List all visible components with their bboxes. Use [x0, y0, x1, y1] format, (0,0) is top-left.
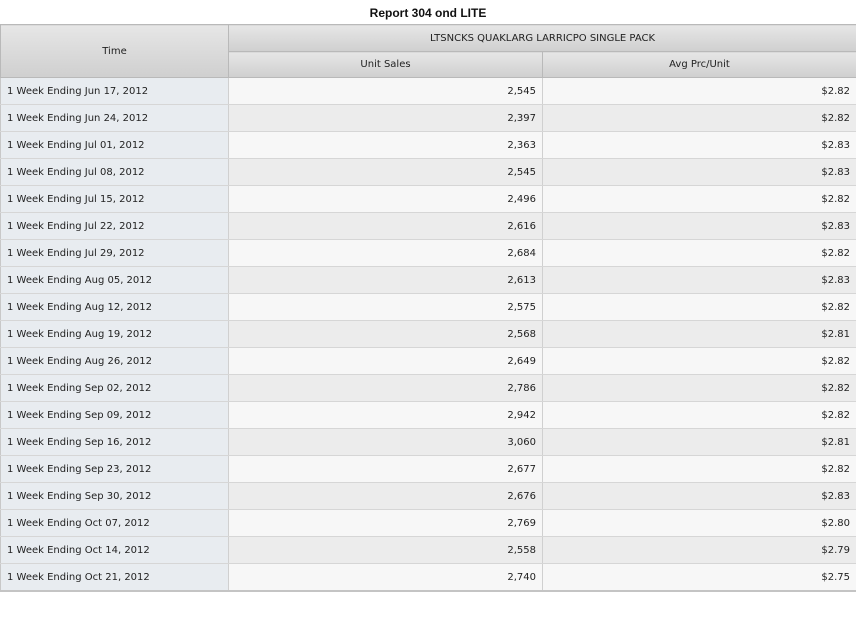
- table-row: 1 Week Ending Jul 08, 2012 2,545 $2.83: [0, 158, 856, 186]
- avg-price-cell: $2.82: [542, 77, 856, 105]
- unit-sales-cell: 2,942: [228, 401, 543, 429]
- time-cell: 1 Week Ending Sep 23, 2012: [0, 455, 229, 483]
- time-cell: 1 Week Ending Aug 26, 2012: [0, 347, 229, 375]
- table-row: 1 Week Ending Jun 24, 2012 2,397 $2.82: [0, 104, 856, 132]
- unit-sales-cell: 2,786: [228, 374, 543, 402]
- unit-sales-cell: 2,769: [228, 509, 543, 537]
- time-cell: 1 Week Ending Jun 17, 2012: [0, 77, 229, 105]
- avg-price-cell: $2.81: [542, 320, 856, 348]
- table-row: 1 Week Ending Aug 05, 2012 2,613 $2.83: [0, 266, 856, 294]
- time-cell: 1 Week Ending Oct 14, 2012: [0, 536, 229, 564]
- table-row: 1 Week Ending Sep 02, 2012 2,786 $2.82: [0, 374, 856, 402]
- unit-sales-cell: 2,676: [228, 482, 543, 510]
- table-header: Time LTSNCKS QUAKLARG LARRICPO SINGLE PA…: [0, 24, 856, 78]
- report-title: Report 304 ond LITE: [369, 6, 487, 20]
- table-row: 1 Week Ending Jul 15, 2012 2,496 $2.82: [0, 185, 856, 213]
- unit-sales-cell: 2,496: [228, 185, 543, 213]
- avg-price-cell: $2.82: [542, 104, 856, 132]
- table-row: 1 Week Ending Sep 09, 2012 2,942 $2.82: [0, 401, 856, 429]
- table-body: 1 Week Ending Jun 17, 2012 2,545 $2.82 1 We…: [0, 77, 856, 592]
- unit-sales-cell: 2,740: [228, 563, 543, 592]
- unit-sales-column-header[interactable]: Unit Sales: [228, 51, 543, 78]
- avg-price-column-header[interactable]: Avg Prc/Unit: [541, 51, 856, 78]
- unit-sales-cell: 2,613: [228, 266, 543, 294]
- avg-price-cell: $2.83: [542, 266, 856, 294]
- unit-sales-cell: 2,545: [228, 77, 543, 105]
- time-cell: 1 Week Ending Aug 12, 2012: [0, 293, 229, 321]
- table-row: 1 Week Ending Oct 07, 2012 2,769 $2.80: [0, 509, 856, 537]
- unit-sales-cell: 2,568: [228, 320, 543, 348]
- table-row: 1 Week Ending Jul 29, 2012 2,684 $2.82: [0, 239, 856, 267]
- time-cell: 1 Week Ending Jul 22, 2012: [0, 212, 229, 240]
- unit-sales-cell: 2,558: [228, 536, 543, 564]
- avg-price-cell: $2.82: [542, 293, 856, 321]
- unit-sales-cell: 2,677: [228, 455, 543, 483]
- time-cell: 1 Week Ending Jun 24, 2012: [0, 104, 229, 132]
- avg-price-cell: $2.83: [542, 212, 856, 240]
- avg-price-cell: $2.82: [542, 374, 856, 402]
- time-cell: 1 Week Ending Sep 16, 2012: [0, 428, 229, 456]
- table-row: 1 Week Ending Oct 21, 2012 2,740 $2.75: [0, 563, 856, 592]
- time-cell: 1 Week Ending Jul 29, 2012: [0, 239, 229, 267]
- unit-sales-cell: 2,616: [228, 212, 543, 240]
- table-row: 1 Week Ending Aug 26, 2012 2,649 $2.82: [0, 347, 856, 375]
- time-cell: 1 Week Ending Sep 02, 2012: [0, 374, 229, 402]
- time-column-header[interactable]: Time: [0, 24, 229, 78]
- product-group-header[interactable]: LTSNCKS QUAKLARG LARRICPO SINGLE PACK: [227, 24, 856, 52]
- table-row: 1 Week Ending Aug 12, 2012 2,575 $2.82: [0, 293, 856, 321]
- avg-price-cell: $2.82: [542, 347, 856, 375]
- time-cell: 1 Week Ending Jul 08, 2012: [0, 158, 229, 186]
- report-table: Time LTSNCKS QUAKLARG LARRICPO SINGLE PA…: [0, 24, 856, 592]
- unit-sales-cell: 2,649: [228, 347, 543, 375]
- table-row: 1 Week Ending Sep 23, 2012 2,677 $2.82: [0, 455, 856, 483]
- unit-sales-cell: 2,684: [228, 239, 543, 267]
- time-cell: 1 Week Ending Sep 30, 2012: [0, 482, 229, 510]
- avg-price-cell: $2.79: [542, 536, 856, 564]
- unit-sales-cell: 2,397: [228, 104, 543, 132]
- avg-price-cell: $2.82: [542, 455, 856, 483]
- avg-price-cell: $2.80: [542, 509, 856, 537]
- time-cell: 1 Week Ending Oct 21, 2012: [0, 563, 229, 592]
- avg-price-cell: $2.75: [542, 563, 856, 592]
- time-cell: 1 Week Ending Aug 05, 2012: [0, 266, 229, 294]
- table-row: 1 Week Ending Aug 19, 2012 2,568 $2.81: [0, 320, 856, 348]
- time-cell: 1 Week Ending Jul 01, 2012: [0, 131, 229, 159]
- avg-price-cell: $2.82: [542, 185, 856, 213]
- avg-price-cell: $2.82: [542, 401, 856, 429]
- avg-price-cell: $2.83: [542, 131, 856, 159]
- unit-sales-cell: 2,363: [228, 131, 543, 159]
- unit-sales-cell: 2,575: [228, 293, 543, 321]
- table-row: 1 Week Ending Sep 30, 2012 2,676 $2.83: [0, 482, 856, 510]
- unit-sales-cell: 3,060: [228, 428, 543, 456]
- time-cell: 1 Week Ending Oct 07, 2012: [0, 509, 229, 537]
- time-cell: 1 Week Ending Sep 09, 2012: [0, 401, 229, 429]
- time-cell: 1 Week Ending Jul 15, 2012: [0, 185, 229, 213]
- unit-sales-cell: 2,545: [228, 158, 543, 186]
- avg-price-cell: $2.83: [542, 158, 856, 186]
- table-row: 1 Week Ending Jul 22, 2012 2,616 $2.83: [0, 212, 856, 240]
- table-row: 1 Week Ending Jul 01, 2012 2,363 $2.83: [0, 131, 856, 159]
- table-row: 1 Week Ending Sep 16, 2012 3,060 $2.81: [0, 428, 856, 456]
- table-row: 1 Week Ending Oct 14, 2012 2,558 $2.79: [0, 536, 856, 564]
- time-cell: 1 Week Ending Aug 19, 2012: [0, 320, 229, 348]
- avg-price-cell: $2.83: [542, 482, 856, 510]
- table-row: 1 Week Ending Jun 17, 2012 2,545 $2.82: [0, 77, 856, 105]
- avg-price-cell: $2.81: [542, 428, 856, 456]
- avg-price-cell: $2.82: [542, 239, 856, 267]
